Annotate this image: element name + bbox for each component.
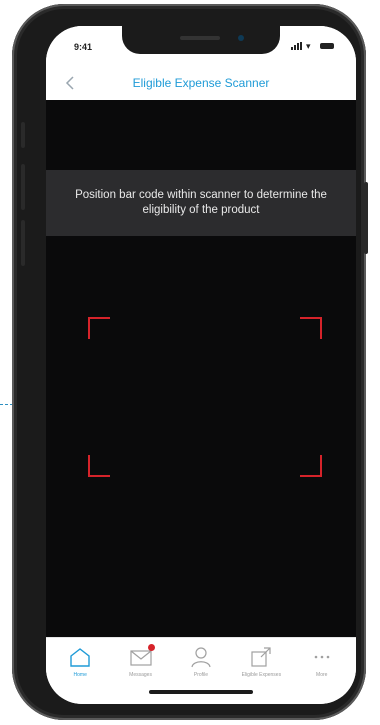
- phone-frame: 9:41 ▾ Eligible Expense Scanner Position…: [12, 4, 368, 720]
- tab-messages[interactable]: Messages: [112, 644, 170, 704]
- page-title: Eligible Expense Scanner: [132, 76, 270, 90]
- silent-switch: [21, 122, 25, 148]
- tab-home[interactable]: Home: [51, 646, 109, 704]
- notification-badge: [147, 644, 155, 651]
- tab-more[interactable]: More: [293, 646, 351, 704]
- nav-header: Eligible Expense Scanner: [46, 66, 356, 100]
- signal-icon: [291, 42, 302, 50]
- status-time: 9:41: [74, 42, 93, 52]
- scanner-camera-view: Position bar code within scanner to dete…: [46, 100, 356, 637]
- battery-icon: [320, 43, 334, 49]
- front-camera: [238, 35, 244, 41]
- scan-frame-corner-top-right: [300, 317, 322, 339]
- tab-profile[interactable]: Profile: [172, 646, 230, 704]
- scan-frame-corner-bottom-left: [88, 455, 110, 477]
- volume-down-button: [21, 220, 25, 266]
- more-dots-icon: [314, 655, 330, 659]
- scan-frame-corner-top-left: [88, 317, 110, 339]
- home-icon: [70, 648, 90, 667]
- scanner-instruction: Position bar code within scanner to dete…: [75, 189, 327, 216]
- scan-frame-corner-bottom-right: [300, 455, 322, 477]
- power-button: [364, 182, 368, 254]
- status-icons: ▾: [291, 41, 334, 51]
- home-indicator[interactable]: [149, 690, 253, 694]
- tab-label: Home: [73, 672, 87, 678]
- external-link-icon: [251, 647, 271, 667]
- tab-label: Eligible Expenses: [241, 672, 282, 678]
- phone-screen: 9:41 ▾ Eligible Expense Scanner Position…: [46, 26, 356, 704]
- notch: [122, 26, 280, 54]
- volume-up-button: [21, 164, 25, 210]
- envelope-icon: [129, 644, 155, 668]
- instruction-banner: Position bar code within scanner to dete…: [46, 170, 356, 236]
- tab-label: Profile: [193, 672, 209, 678]
- tab-label: More: [316, 672, 328, 678]
- tab-label: Messages: [129, 672, 152, 678]
- person-icon: [191, 647, 211, 668]
- earpiece-speaker: [180, 36, 220, 40]
- tab-eligible-expenses[interactable]: Eligible Expenses: [232, 646, 290, 704]
- wifi-icon: ▾: [306, 41, 311, 51]
